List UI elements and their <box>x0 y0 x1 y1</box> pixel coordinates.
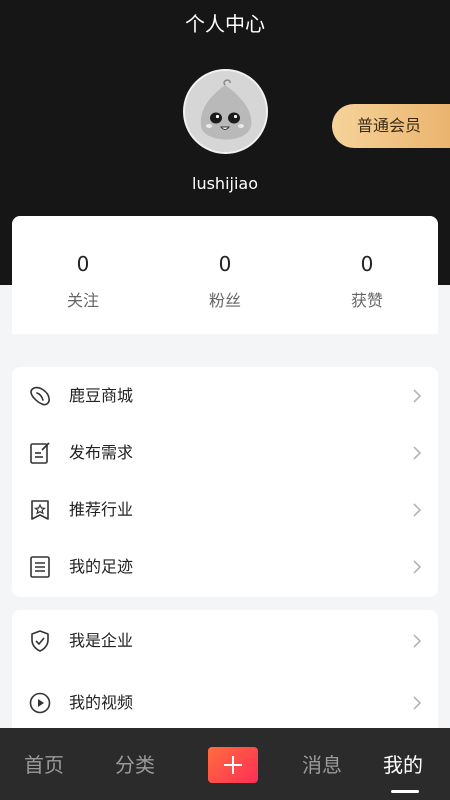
menu-item-enterprise[interactable]: 我是企业 <box>12 610 438 672</box>
shield-check-icon <box>31 630 49 652</box>
bean-icon <box>30 386 50 405</box>
stat-value: 0 <box>76 252 90 276</box>
stat-fans[interactable]: 0 粉丝 <box>154 216 296 334</box>
page-title: 个人中心 <box>185 12 265 36</box>
stat-label: 关注 <box>66 291 99 310</box>
menu-card-secondary: 我是企业 我的视频 <box>12 610 438 735</box>
menu-item-label: 鹿豆商城 <box>69 385 134 405</box>
menu-item-label: 我是企业 <box>69 631 134 650</box>
chevron-right-icon <box>413 696 422 710</box>
nav-tab-home[interactable]: 首页 <box>24 752 64 778</box>
chevron-right-icon <box>413 502 422 517</box>
menu-item-label: 我的视频 <box>69 693 134 712</box>
stat-likes[interactable]: 0 获赞 <box>296 216 438 334</box>
active-tab-indicator <box>391 790 419 793</box>
stat-following[interactable]: 0 关注 <box>12 216 154 334</box>
menu-item-recommended-industry[interactable]: 推荐行业 <box>12 481 438 538</box>
menu-card-primary: 鹿豆商城 发布需求 推荐行业 我的足迹 <box>12 367 438 597</box>
chevron-right-icon <box>413 559 422 574</box>
menu-item-post-demand[interactable]: 发布需求 <box>12 424 438 481</box>
avatar[interactable] <box>183 69 268 154</box>
username: lushijiao <box>192 174 258 193</box>
menu-item-bean-mall[interactable]: 鹿豆商城 <box>12 367 438 424</box>
publish-add-button[interactable] <box>208 747 258 783</box>
avatar-image <box>185 71 266 152</box>
menu-item-my-videos[interactable]: 我的视频 <box>12 672 438 734</box>
chevron-right-icon <box>413 445 422 460</box>
edit-note-icon <box>30 441 50 464</box>
menu-item-my-footprints[interactable]: 我的足迹 <box>12 538 438 595</box>
menu-item-label: 我的足迹 <box>69 556 134 576</box>
menu-item-label: 推荐行业 <box>69 499 134 519</box>
play-circle-icon <box>29 692 51 714</box>
stat-value: 0 <box>360 252 374 276</box>
nav-tab-messages[interactable]: 消息 <box>302 752 342 778</box>
stats-card: 0 关注 0 粉丝 0 获赞 <box>12 216 438 334</box>
menu-item-label: 发布需求 <box>69 442 134 462</box>
member-level-badge[interactable]: 普通会员 <box>332 104 450 148</box>
document-lines-icon <box>30 555 50 578</box>
stat-label: 获赞 <box>350 291 383 310</box>
stat-value: 0 <box>218 252 232 276</box>
chevron-right-icon <box>413 634 422 648</box>
stat-label: 粉丝 <box>208 291 241 310</box>
chevron-right-icon <box>413 388 422 403</box>
nav-tab-mine[interactable]: 我的 <box>383 752 423 778</box>
star-bookmark-icon <box>31 499 49 520</box>
nav-tab-category[interactable]: 分类 <box>115 752 155 778</box>
